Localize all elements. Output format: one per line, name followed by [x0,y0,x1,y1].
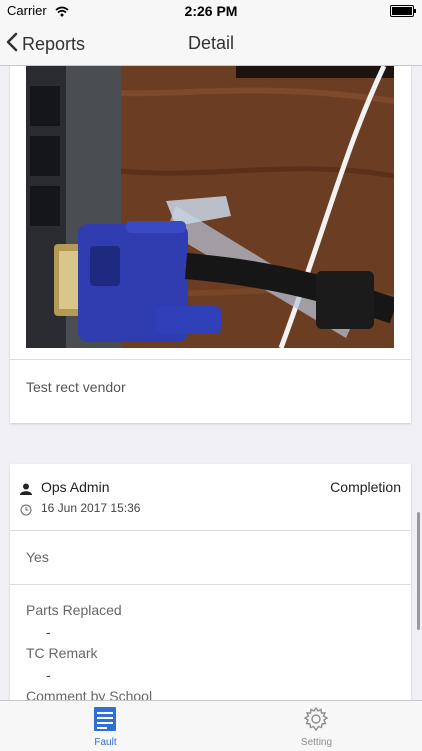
tab-fault-label: Fault [94,737,117,748]
document-list-icon [92,706,118,737]
photo-caption: Test rect vendor [26,379,126,395]
person-icon [20,482,32,500]
clock-icon [20,503,32,521]
tab-fault[interactable]: Fault [0,701,211,751]
comment-by-school-label: Comment by School [26,688,153,700]
card-divider [10,359,411,360]
comment-timestamp: 16 Jun 2017 15:36 [41,501,141,515]
parts-replaced-value: - [46,624,51,640]
fault-photo[interactable] [26,66,394,348]
photo-card: Test rect vendor [10,66,411,423]
comment-author: Ops Admin [41,479,110,495]
status-time: 2:26 PM [184,3,238,19]
tab-setting-label: Setting [300,737,333,748]
card-divider [10,530,411,531]
tab-setting[interactable]: Setting [211,701,422,751]
comment-answer: Yes [26,549,49,565]
detail-scroll-view[interactable]: Test rect vendor Ops Admin Completion 16… [0,66,422,700]
parts-replaced-label: Parts Replaced [26,602,122,618]
tab-bar: Fault Setting [0,700,422,751]
comment-card: Ops Admin Completion 16 Jun 2017 15:36 Y… [10,464,411,700]
status-bar: Carrier 2:26 PM [0,0,422,22]
battery-icon [390,5,416,17]
tc-remark-label: TC Remark [26,645,98,661]
comment-status: Completion [330,479,401,495]
navigation-bar: Reports Detail [0,22,422,66]
page-title: Detail [187,33,235,53]
gear-icon [303,706,329,737]
card-divider [10,584,411,585]
tc-remark-value: - [46,667,51,683]
scrollbar[interactable] [417,512,420,630]
